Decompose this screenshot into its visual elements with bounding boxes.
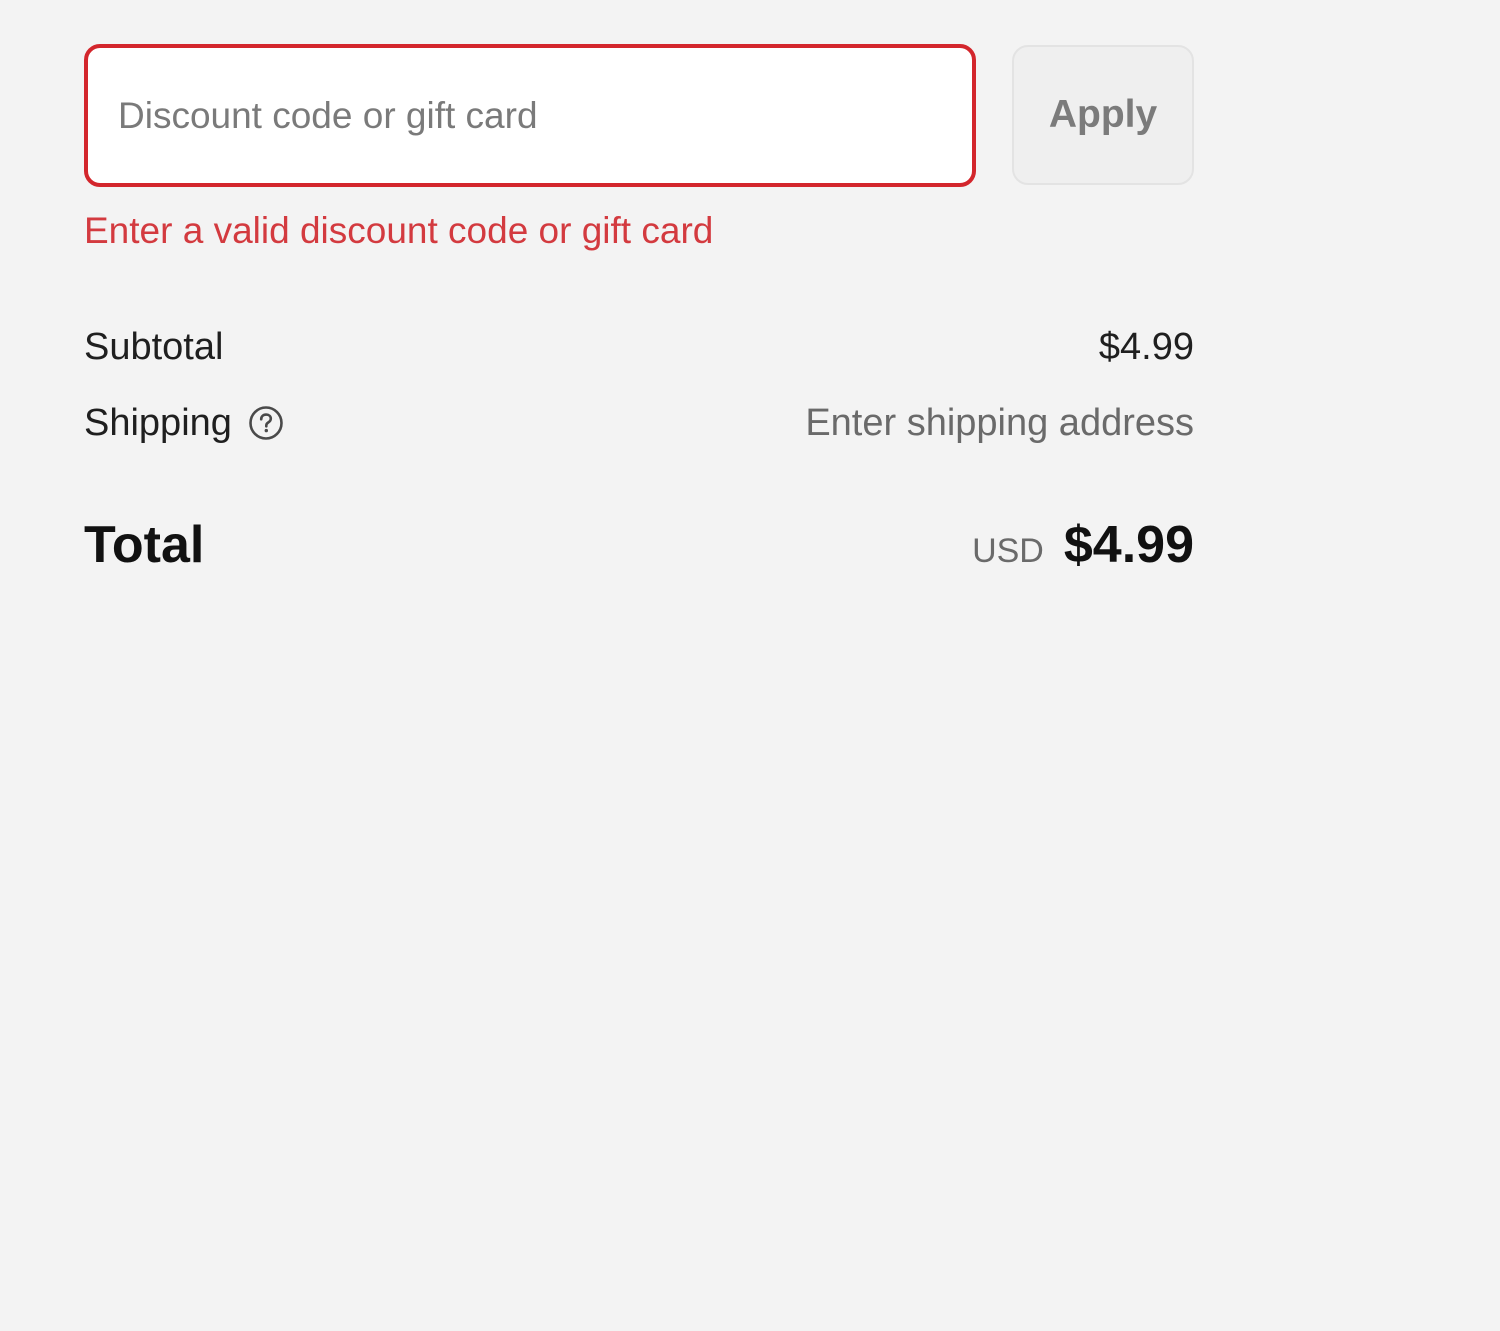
order-summary: Apply Enter a valid discount code or gif… [84,44,1194,575]
total-value-group: USD $4.99 [972,515,1194,575]
shipping-value: Enter shipping address [805,401,1194,444]
subtotal-label: Subtotal [84,325,224,368]
total-label: Total [84,516,205,574]
question-circle-icon[interactable] [248,405,284,441]
shipping-row: Shipping Enter shipping address [84,399,1194,447]
shipping-label: Shipping [84,401,232,444]
subtotal-row: Subtotal $4.99 [84,323,1194,371]
apply-discount-button[interactable]: Apply [1012,45,1194,185]
total-currency: USD [972,532,1044,570]
shipping-label-group: Shipping [84,402,284,445]
discount-row: Apply [84,44,1194,187]
subtotal-value: $4.99 [1098,325,1194,368]
discount-code-input[interactable] [84,44,976,187]
discount-error-message: Enter a valid discount code or gift card [84,210,714,251]
total-amount: $4.99 [1063,516,1194,574]
total-row: Total USD $4.99 [84,515,1194,575]
